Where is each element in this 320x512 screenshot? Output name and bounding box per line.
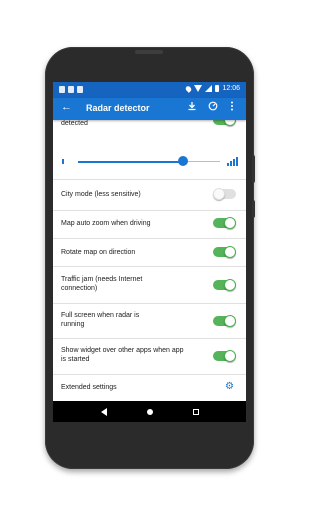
settings-list: detected City mode (less sensitive) Map … xyxy=(53,114,246,401)
rotate-map-toggle[interactable] xyxy=(213,246,236,258)
volume-slider[interactable] xyxy=(53,150,246,172)
divider xyxy=(53,238,246,239)
show-widget-toggle[interactable] xyxy=(213,350,236,362)
setting-map-auto-zoom[interactable]: Map auto zoom when driving xyxy=(53,213,246,233)
setting-city-mode[interactable]: City mode (less sensitive) xyxy=(53,185,246,205)
overflow-menu-icon[interactable] xyxy=(230,101,234,114)
setting-label: Rotate map on direction xyxy=(61,249,136,256)
partial-item-label: detected xyxy=(61,120,88,127)
extended-settings-label: Extended settings xyxy=(61,384,117,391)
traffic-jam-toggle[interactable] xyxy=(213,279,236,291)
screen: 12:06 ← Radar detector detected City mod… xyxy=(53,82,246,422)
slider-thumb[interactable] xyxy=(178,156,189,166)
battery-icon xyxy=(215,85,220,92)
volume-high-icon xyxy=(227,157,238,166)
setting-label: Show widget over other apps when app is … xyxy=(61,347,184,363)
notification-icon xyxy=(59,86,65,93)
page-title: Radar detector xyxy=(86,103,150,113)
signal-icon xyxy=(205,85,213,92)
status-time: 12:06 xyxy=(222,85,240,92)
setting-rotate-map[interactable]: Rotate map on direction xyxy=(53,241,246,261)
nav-back-icon[interactable] xyxy=(100,407,107,416)
slider-track[interactable] xyxy=(78,160,220,163)
gear-icon[interactable]: ⚙ xyxy=(225,381,234,392)
speaker-grille xyxy=(135,50,163,54)
volume-button xyxy=(252,155,255,183)
city-mode-toggle[interactable] xyxy=(213,188,236,200)
volume-low-icon xyxy=(62,159,64,164)
map-auto-zoom-toggle[interactable] xyxy=(213,217,236,229)
navigation-bar xyxy=(53,401,246,422)
notification-icon xyxy=(68,86,74,93)
setting-label: City mode (less sensitive) xyxy=(61,191,141,198)
arrow-left-icon[interactable]: ← xyxy=(61,101,72,113)
location-icon xyxy=(185,84,193,93)
slider-fill xyxy=(78,160,184,163)
divider xyxy=(53,303,246,304)
nav-recents-icon[interactable] xyxy=(192,408,199,415)
setting-label: Full screen when radar is running xyxy=(61,312,140,328)
setting-label: Traffic jam (needs Internet connection) xyxy=(61,276,143,292)
wifi-icon xyxy=(194,85,203,92)
app-bar: ← Radar detector xyxy=(53,98,246,120)
setting-full-screen[interactable]: Full screen when radar is running xyxy=(53,306,246,334)
status-bar: 12:06 xyxy=(53,82,246,98)
divider xyxy=(53,266,246,267)
extended-settings-item[interactable]: Extended settings ⚙ xyxy=(53,376,246,398)
gauge-icon[interactable] xyxy=(208,101,218,114)
notification-icon xyxy=(77,86,83,93)
divider xyxy=(53,179,246,180)
divider xyxy=(53,374,246,375)
setting-label: Map auto zoom when driving xyxy=(61,220,151,227)
notification-icons xyxy=(59,86,83,93)
download-icon[interactable] xyxy=(187,101,197,114)
setting-show-widget[interactable]: Show widget over other apps when app is … xyxy=(53,341,246,371)
setting-traffic-jam[interactable]: Traffic jam (needs Internet connection) xyxy=(53,269,246,297)
power-button xyxy=(252,200,255,218)
divider xyxy=(53,210,246,211)
nav-home-icon[interactable] xyxy=(146,408,153,415)
divider xyxy=(53,338,246,339)
full-screen-toggle[interactable] xyxy=(213,315,236,327)
system-icons: 12:06 xyxy=(185,84,240,93)
